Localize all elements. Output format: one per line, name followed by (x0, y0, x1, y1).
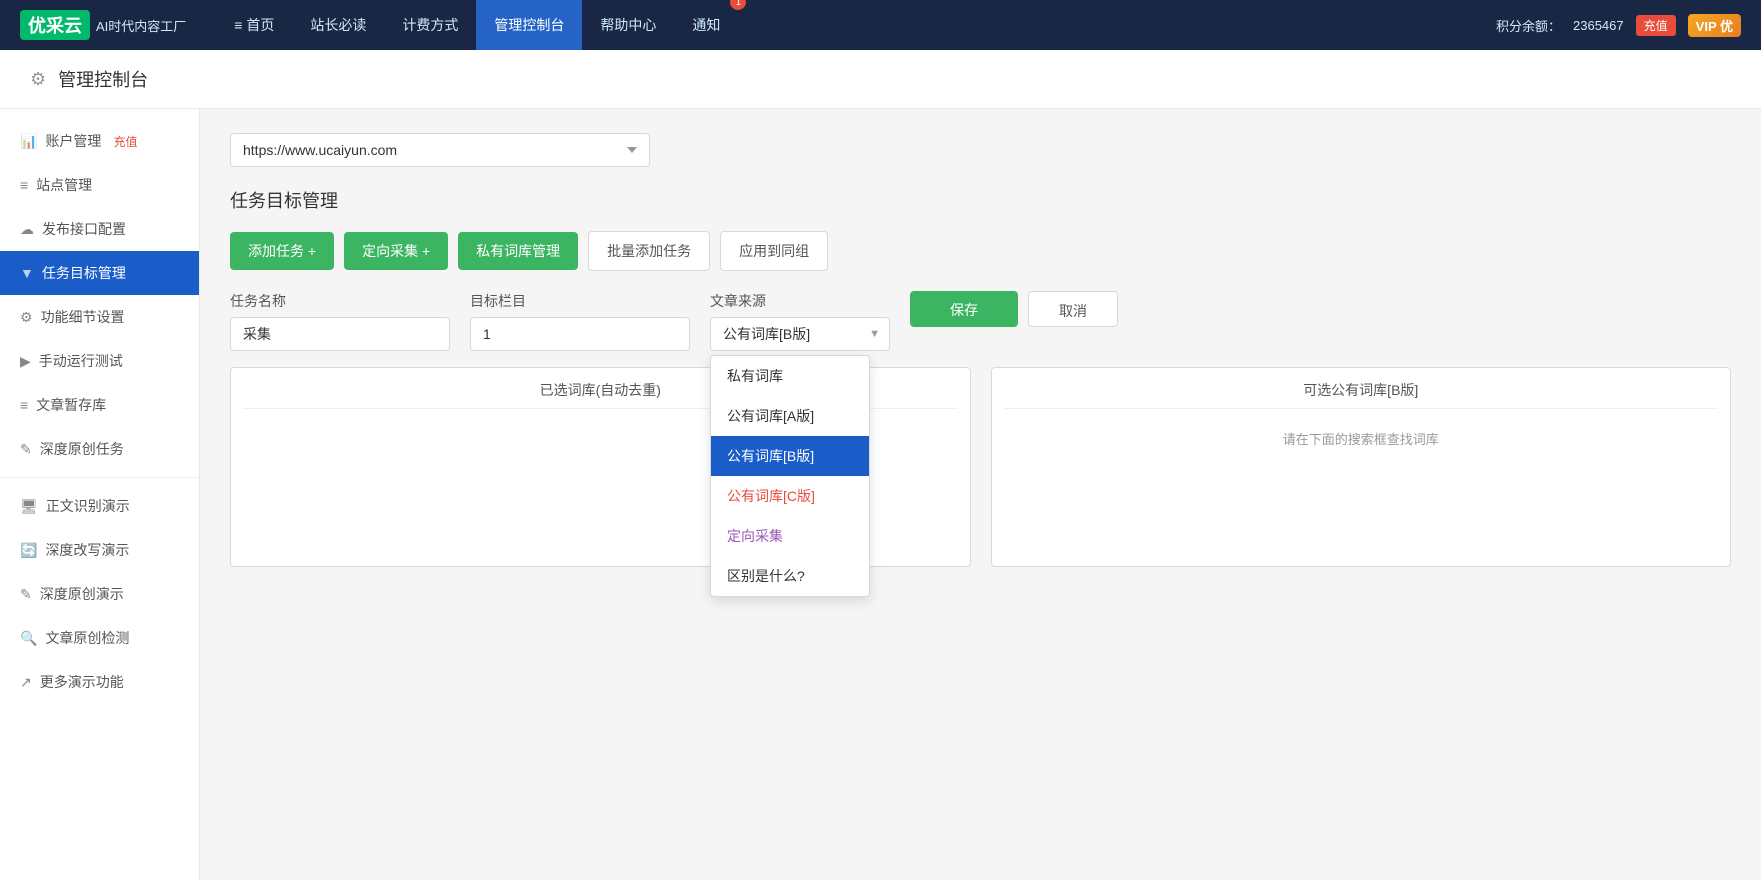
account-recharge-link[interactable]: 充值 (113, 133, 137, 150)
account-icon: 📊 (20, 133, 37, 150)
sidebar-item-check[interactable]: 🔍 文章原创检测 (0, 616, 199, 660)
task-icon: ▼ (20, 265, 34, 281)
settings-icon2: ⚙ (20, 309, 33, 326)
dropdown-private-lib[interactable]: 私有词库 (711, 356, 869, 396)
sidebar-item-original-task[interactable]: ✎ 深度原创任务 (0, 427, 199, 471)
private-lib-button[interactable]: 私有词库管理 (458, 232, 578, 270)
original-demo-icon: ✎ (20, 586, 32, 603)
available-lib-hint: 请在下面的搜索框查找词库 (1004, 429, 1719, 448)
add-task-button[interactable]: 添加任务 + (230, 232, 334, 270)
main-content: https://www.ucaiyun.com 任务目标管理 添加任务 + 定向… (200, 109, 1761, 880)
nav-help[interactable]: 帮助中心 (582, 0, 674, 50)
nav-required[interactable]: 站长必读 (292, 0, 384, 50)
score-value: 2365467 (1573, 18, 1624, 33)
dropdown-difference[interactable]: 区别是什么? (711, 556, 869, 596)
url-bar-wrapper: https://www.ucaiyun.com (230, 133, 1731, 167)
nav-pricing[interactable]: 计费方式 (384, 0, 476, 50)
sidebar-label-rewrite-demo: 深度改写演示 (45, 540, 129, 560)
action-buttons-group: 保存 取消 (910, 291, 1118, 327)
available-lib-box: 可选公有词库[B版] 请在下面的搜索框查找词库 (991, 367, 1732, 567)
check-icon: 🔍 (20, 630, 37, 647)
cancel-button[interactable]: 取消 (1028, 291, 1118, 327)
sidebar: 📊 账户管理 充值 ≡ 站点管理 ☁ 发布接口配置 ▼ 任务目标管理 ⚙ 功能细… (0, 109, 200, 880)
original-task-icon: ✎ (20, 441, 32, 458)
main-layout: 📊 账户管理 充值 ≡ 站点管理 ☁ 发布接口配置 ▼ 任务目标管理 ⚙ 功能细… (0, 109, 1761, 880)
site-icon: ≡ (20, 177, 28, 193)
source-label: 文章来源 (710, 291, 890, 311)
sidebar-label-check: 文章原创检测 (45, 628, 129, 648)
vip-badge: VIP 优 (1688, 14, 1741, 37)
sidebar-item-more[interactable]: ↗ 更多演示功能 (0, 660, 199, 704)
sidebar-divider (0, 477, 199, 478)
source-select-wrap: 公有词库[B版] ▼ 私有词库 公有词库[A版] 公有词库[B版] 公有词库[C… (710, 317, 890, 351)
toolbar: 添加任务 + 定向采集 + 私有词库管理 批量添加任务 应用到同组 (230, 231, 1731, 271)
task-name-input[interactable] (230, 317, 450, 351)
task-name-group: 任务名称 (230, 291, 450, 351)
batch-add-button[interactable]: 批量添加任务 (588, 231, 710, 271)
sidebar-label-site: 站点管理 (36, 175, 92, 195)
sidebar-label-manual: 手动运行测试 (39, 351, 123, 371)
dropdown-public-b[interactable]: 公有词库[B版] (711, 436, 869, 476)
sidebar-item-task[interactable]: ▼ 任务目标管理 (0, 251, 199, 295)
logo[interactable]: 优采云 AI时代内容工厂 (20, 10, 186, 40)
target-col-input[interactable] (470, 317, 690, 351)
nav-items: ≡ 首页 站长必读 计费方式 管理控制台 帮助中心 通知 1 (216, 0, 1496, 50)
sidebar-label-draft: 文章暂存库 (36, 395, 106, 415)
logo-subtitle: AI时代内容工厂 (96, 16, 186, 35)
sidebar-item-settings[interactable]: ⚙ 功能细节设置 (0, 295, 199, 339)
source-select[interactable]: 公有词库[B版] (710, 317, 890, 351)
target-col-label: 目标栏目 (470, 291, 690, 311)
sidebar-item-account[interactable]: 📊 账户管理 充值 (0, 119, 199, 163)
text-demo-icon: 🖥 (20, 498, 38, 515)
sidebar-label-account: 账户管理 (45, 131, 101, 151)
dropdown-public-c[interactable]: 公有词库[C版] (711, 476, 869, 516)
sidebar-item-site[interactable]: ≡ 站点管理 (0, 163, 199, 207)
rewrite-demo-icon: 🔄 (20, 542, 37, 559)
sidebar-item-rewrite-demo[interactable]: 🔄 深度改写演示 (0, 528, 199, 572)
sidebar-item-text-demo[interactable]: 🖥 正文识别演示 (0, 484, 199, 528)
task-name-label: 任务名称 (230, 291, 450, 311)
topnav-right: 积分余额： 2365467 充值 VIP 优 (1496, 14, 1741, 37)
sidebar-label-task: 任务目标管理 (42, 263, 126, 283)
sidebar-label-settings: 功能细节设置 (41, 307, 125, 327)
available-lib-title: 可选公有词库[B版] (1004, 380, 1719, 409)
draft-icon: ≡ (20, 397, 28, 413)
sidebar-item-manual[interactable]: ▶ 手动运行测试 (0, 339, 199, 383)
sidebar-item-original-demo[interactable]: ✎ 深度原创演示 (0, 572, 199, 616)
sidebar-label-more: 更多演示功能 (40, 672, 124, 692)
page-title: 管理控制台 (58, 66, 148, 92)
sidebar-label-publish: 发布接口配置 (42, 219, 126, 239)
notification-badge: 1 (730, 0, 746, 10)
sidebar-item-draft[interactable]: ≡ 文章暂存库 (0, 383, 199, 427)
save-button[interactable]: 保存 (910, 291, 1018, 327)
section-title: 任务目标管理 (230, 187, 1731, 213)
sidebar-label-original-task: 深度原创任务 (40, 439, 124, 459)
more-icon: ↗ (20, 674, 32, 691)
settings-icon: ⚙ (30, 69, 46, 90)
score-label: 积分余额： (1496, 16, 1561, 35)
source-group: 文章来源 公有词库[B版] ▼ 私有词库 公有词库[A版] 公有词库[B版] 公… (710, 291, 890, 351)
apply-group-button[interactable]: 应用到同组 (720, 231, 828, 271)
recharge-button[interactable]: 充值 (1636, 15, 1676, 36)
library-columns: 已选词库(自动去重) 可选公有词库[B版] 请在下面的搜索框查找词库 (230, 367, 1731, 567)
manual-icon: ▶ (20, 353, 31, 370)
nav-dashboard[interactable]: 管理控制台 (476, 0, 582, 50)
page-header: ⚙ 管理控制台 (0, 50, 1761, 109)
publish-icon: ☁ (20, 221, 34, 238)
dropdown-directed[interactable]: 定向采集 (711, 516, 869, 556)
top-navigation: 优采云 AI时代内容工厂 ≡ 首页 站长必读 计费方式 管理控制台 帮助中心 通… (0, 0, 1761, 50)
sidebar-label-text-demo: 正文识别演示 (46, 496, 130, 516)
dropdown-public-a[interactable]: 公有词库[A版] (711, 396, 869, 436)
form-row: 任务名称 目标栏目 文章来源 公有词库[B版] ▼ 私有词库 公有词库[A版] (230, 291, 1731, 351)
source-dropdown: 私有词库 公有词库[A版] 公有词库[B版] 公有词库[C版] 定向采集 区别是… (710, 355, 870, 597)
sidebar-label-original-demo: 深度原创演示 (40, 584, 124, 604)
directed-collect-button[interactable]: 定向采集 + (344, 232, 448, 270)
nav-notification[interactable]: 通知 1 (674, 0, 738, 50)
url-select[interactable]: https://www.ucaiyun.com (230, 133, 650, 167)
logo-text: 优采云 (20, 10, 90, 40)
nav-home[interactable]: ≡ 首页 (216, 0, 292, 50)
sidebar-item-publish[interactable]: ☁ 发布接口配置 (0, 207, 199, 251)
target-col-group: 目标栏目 (470, 291, 690, 351)
